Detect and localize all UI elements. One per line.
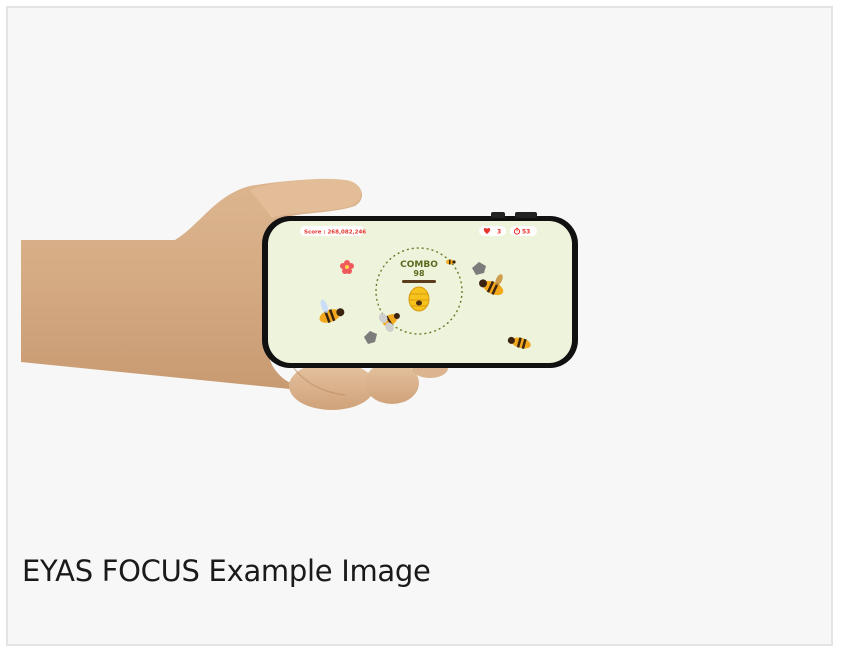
- timer-value: 53: [522, 229, 530, 236]
- image-caption: EYAS FOCUS Example Image: [22, 554, 431, 588]
- combo-value: 98: [413, 269, 425, 278]
- beehive-icon[interactable]: [408, 286, 430, 312]
- lives-pill: [479, 226, 506, 236]
- lives-count: 3: [497, 229, 501, 236]
- phone-in-hand-illustration: Score : 268,082,246 3 53 COMBO 98: [21, 178, 578, 410]
- score-text: Score : 268,082,246: [304, 230, 366, 236]
- hive-branch: [402, 280, 436, 283]
